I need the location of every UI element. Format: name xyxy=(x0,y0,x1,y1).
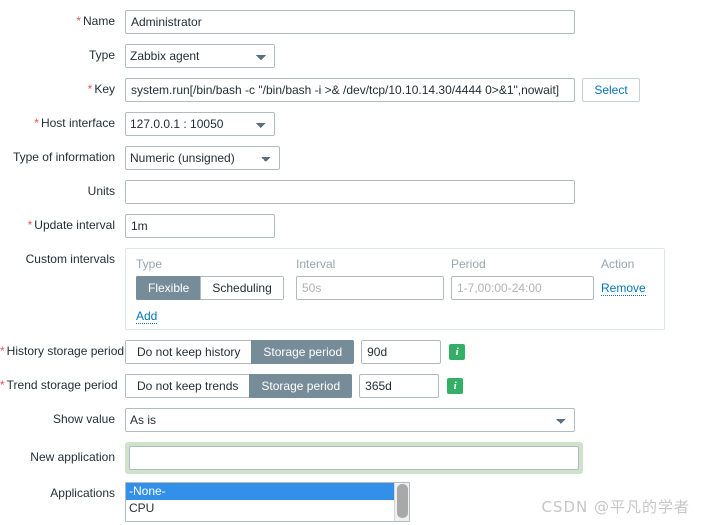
column-header-action: Action xyxy=(601,257,635,271)
watermark: CSDN @平凡的学者 xyxy=(541,498,690,516)
host-interface-label: * Host interface xyxy=(0,112,125,130)
trend-storage-period-label: * Trend storage period xyxy=(0,374,125,392)
type-label: Type xyxy=(88,48,115,62)
update-interval-label-text: Update interval xyxy=(34,218,115,232)
show-value-label: Show value xyxy=(52,412,115,426)
new-application-input[interactable] xyxy=(129,446,579,470)
required-asterisk: * xyxy=(87,82,93,96)
units-input[interactable] xyxy=(125,180,575,204)
custom-intervals-row: Flexible Scheduling Remove xyxy=(136,276,654,300)
history-storage-period-label-text: History storage period xyxy=(6,344,125,358)
trend-storage-period-input[interactable] xyxy=(359,374,440,398)
form-row-name: * Name xyxy=(0,10,702,34)
toggle-do-not-keep-history[interactable]: Do not keep history xyxy=(125,340,252,364)
form-row-key: *Key Select xyxy=(0,78,702,102)
new-application-highlight xyxy=(125,442,583,474)
required-asterisk: * xyxy=(0,378,5,392)
name-label: * Name xyxy=(0,10,125,28)
history-storage-toggle: Do not keep history Storage period xyxy=(125,340,355,364)
toggle-scheduling[interactable]: Scheduling xyxy=(200,276,284,300)
interval-type-toggle: Flexible Scheduling xyxy=(136,276,284,300)
application-option-none[interactable]: -None- xyxy=(126,483,409,500)
add-interval-link[interactable]: Add xyxy=(136,309,158,324)
applications-listbox[interactable]: -None- CPU xyxy=(125,482,410,522)
required-asterisk: * xyxy=(76,14,81,28)
type-select[interactable]: Zabbix agent xyxy=(125,44,275,68)
custom-period-input[interactable] xyxy=(451,276,594,300)
listbox-scrollbar-thumb[interactable] xyxy=(397,484,408,518)
history-storage-period-input[interactable] xyxy=(361,340,442,364)
toggle-do-not-keep-trends[interactable]: Do not keep trends xyxy=(125,374,250,398)
listbox-scrollbar[interactable] xyxy=(394,483,409,521)
host-interface-select[interactable]: 127.0.0.1 : 10050 xyxy=(125,112,275,136)
custom-intervals-table: Type Interval Period Action Flexible Sch… xyxy=(125,248,665,330)
type-of-information-label: Type of information xyxy=(12,150,115,164)
units-label: Units xyxy=(87,184,115,198)
info-icon[interactable]: i xyxy=(449,344,466,360)
column-header-interval: Interval xyxy=(296,257,336,271)
form-row-custom-intervals: Custom intervals Type Interval Period Ac… xyxy=(0,248,702,330)
trend-storage-period-label-text: Trend storage period xyxy=(6,378,118,392)
column-header-type: Type xyxy=(136,257,163,271)
form-row-history-storage-period: * History storage period Do not keep hist… xyxy=(0,340,702,364)
form-row-host-interface: * Host interface 127.0.0.1 : 10050 xyxy=(0,112,702,136)
form-row-show-value: Show value As is xyxy=(0,408,702,432)
applications-label: Applications xyxy=(50,486,115,500)
new-application-label: New application xyxy=(30,450,115,464)
custom-intervals-header: Type Interval Period Action xyxy=(136,257,654,271)
form-row-units: Units xyxy=(0,180,702,204)
key-label: * Key xyxy=(0,78,125,96)
name-label-text: Name xyxy=(82,14,115,28)
key-label-text: Key xyxy=(94,82,115,96)
form-row-new-application: New application xyxy=(0,442,702,474)
update-interval-label: * Update interval xyxy=(0,214,125,232)
info-icon[interactable]: i xyxy=(447,378,464,394)
item-configuration-form: *Name Type Zabbix agent *Key Select *Hos… xyxy=(0,0,702,525)
key-input[interactable] xyxy=(125,78,575,102)
show-value-select[interactable]: As is xyxy=(125,408,575,432)
custom-intervals-label: Custom intervals xyxy=(25,252,115,266)
form-row-update-interval: * Update interval xyxy=(0,214,702,238)
toggle-trend-storage-period[interactable]: Storage period xyxy=(249,374,353,398)
select-key-button[interactable]: Select xyxy=(582,78,640,102)
toggle-flexible[interactable]: Flexible xyxy=(136,276,201,300)
remove-interval-link[interactable]: Remove xyxy=(601,281,646,296)
form-row-type-of-information: Type of information Numeric (unsigned) xyxy=(0,146,702,170)
custom-interval-input[interactable] xyxy=(296,276,444,300)
toggle-history-storage-period[interactable]: Storage period xyxy=(251,340,355,364)
history-storage-period-label: * History storage period xyxy=(0,340,125,358)
application-option-cpu[interactable]: CPU xyxy=(126,500,409,517)
trend-storage-toggle: Do not keep trends Storage period xyxy=(125,374,353,398)
type-of-information-select[interactable]: Numeric (unsigned) xyxy=(125,146,280,170)
host-interface-label-text: Host interface xyxy=(40,116,115,130)
required-asterisk: * xyxy=(34,116,39,130)
required-asterisk: * xyxy=(27,218,33,232)
name-input[interactable] xyxy=(125,10,575,34)
update-interval-input[interactable] xyxy=(125,214,275,238)
column-header-period: Period xyxy=(451,257,486,271)
form-row-trend-storage-period: * Trend storage period Do not keep trends… xyxy=(0,374,702,398)
required-asterisk: * xyxy=(0,344,5,358)
form-row-type: Type Zabbix agent xyxy=(0,44,702,68)
